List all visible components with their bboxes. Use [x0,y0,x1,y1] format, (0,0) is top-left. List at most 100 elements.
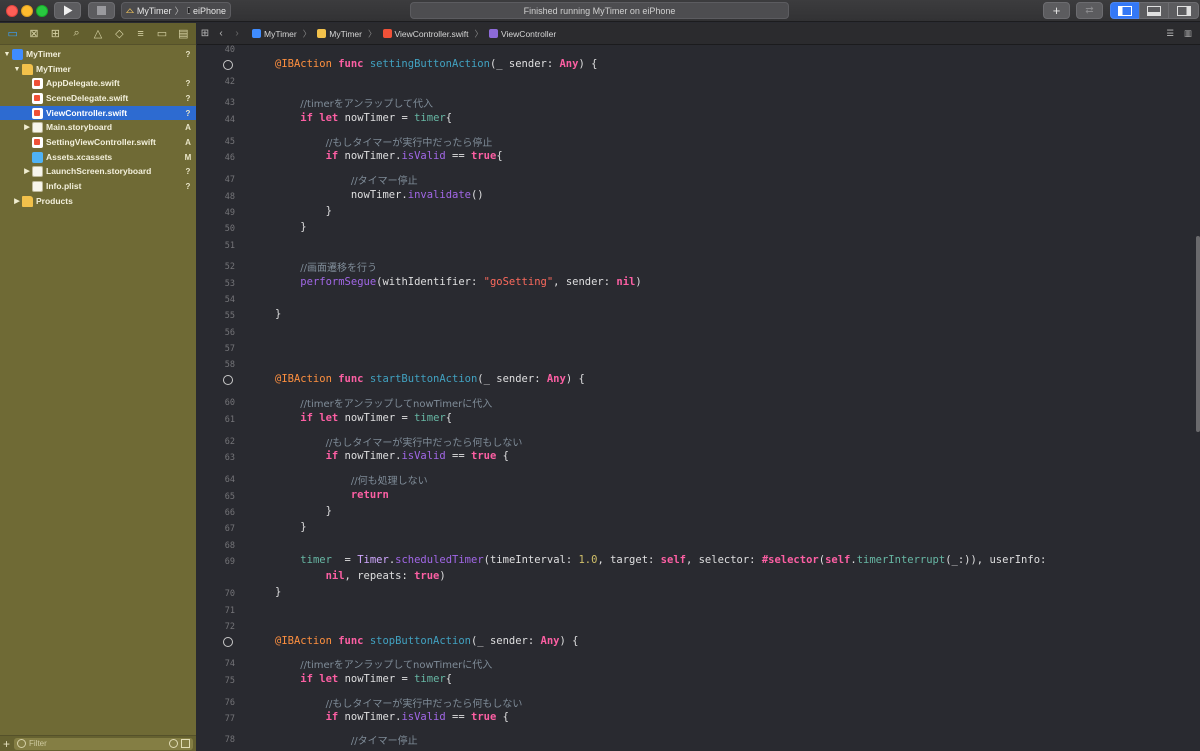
disclosure-triangle-icon[interactable]: ▼ [12,66,22,73]
line-number: 57 [224,344,235,354]
breadcrumb: MyTimer 〉 MyTimer 〉 ViewController.swift 〉 Vie… [249,28,559,40]
file-tree-item[interactable]: ▼ MyTimer? [0,47,196,61]
code-token: , selector: [685,554,762,566]
source-editor[interactable]: 40 42 43 44 45 46 47 48 49 50 51 52 53 54 55 56 57 58 60 61… [197,45,1200,751]
code-line: //画面遷移を行う [275,259,377,274]
stop-icon [97,6,106,15]
run-button[interactable] [54,2,81,19]
source-control-filter-icon[interactable] [181,739,190,748]
debug-navigator-tab[interactable]: ≡ [132,25,150,43]
split-editor-icon[interactable]: ▥ [1184,28,1192,39]
code-token: func [338,635,370,647]
toggle-debug-area-button[interactable] [1139,2,1169,19]
library-button[interactable]: + [1043,2,1070,19]
file-tree-item[interactable]: Assets.xcassets M [0,150,196,164]
breadcrumb-item[interactable]: ViewController.swift 〉 [380,28,487,40]
editor-scrollbar[interactable] [1196,236,1200,432]
code-token: isValid [401,711,446,723]
folder-icon [317,29,327,38]
code-token: ) { [559,635,579,647]
ibaction-connection-icon[interactable] [223,637,233,647]
disclosure-triangle-icon[interactable]: ▶ [12,197,22,205]
report-navigator-tab[interactable]: ▤ [174,25,192,43]
line-number: 71 [224,606,235,616]
file-tree-item[interactable]: ▶ LaunchScreen.storyboard? [0,164,196,178]
breakpoint-navigator-tab[interactable]: ▭ [153,25,171,43]
code-line: //もしタイマーが実行中だったら何もしない [275,434,523,449]
stop-button[interactable] [88,2,115,19]
chevron-right-icon: 〉 [474,28,484,39]
file-tree-item[interactable]: ▼ MyTimer [0,62,196,76]
code-token: timer [414,412,446,424]
recent-files-icon[interactable] [169,739,178,748]
disclosure-triangle-icon[interactable]: ▶ [22,167,32,175]
source-control-tab[interactable]: ⊠ [25,25,43,43]
toggle-navigator-button[interactable] [1110,2,1140,19]
line-number: 52 [224,262,235,272]
app-target-icon [126,7,134,13]
file-tree-item[interactable]: ▶ Main.storyboard A [0,120,196,134]
forward-icon[interactable]: › [229,28,245,39]
file-tree-item[interactable]: ▶ Products [0,194,196,208]
ibaction-connection-icon[interactable] [223,60,233,70]
line-number: 66 [224,508,235,518]
find-navigator-tab[interactable]: ⌕ [68,25,86,43]
test-navigator-tab[interactable]: ◇ [110,25,128,43]
line-number: 63 [224,453,235,463]
issue-navigator-tab[interactable]: △ [89,25,107,43]
code-line: } [275,221,306,233]
editor-options-icon[interactable]: ☰ [1166,28,1174,39]
code-token: { [496,711,509,723]
code-token: ) { [565,373,585,385]
code-token: nil [325,570,345,582]
code-token: "goSetting" [483,276,554,288]
back-icon[interactable]: ‹ [213,28,229,39]
disclosure-triangle-icon[interactable]: ▼ [2,51,12,58]
chevron-right-icon: 〉 [174,6,184,16]
breadcrumb-item[interactable]: MyTimer 〉 [314,28,379,40]
code-token: nowTimer = [344,112,415,124]
code-line: } [275,505,332,517]
code-token: } [275,586,282,598]
code-line: } [275,205,332,217]
assets-file-icon [32,151,43,163]
code-token: self [660,554,686,566]
project-navigator-tab[interactable]: ▭ [4,25,22,43]
code-token: //timerをアンラップして代入 [300,99,434,110]
file-tree-item[interactable]: ViewController.swift? [0,106,196,120]
zoom-window-button[interactable] [36,5,48,17]
line-number: 61 [224,415,235,425]
code-token: } [275,505,332,517]
breadcrumb-item[interactable]: ViewController [486,29,559,39]
file-tree-item[interactable]: SceneDelegate.swift? [0,91,196,105]
file-tree-item[interactable]: SettingViewController.swift A [0,135,196,149]
ibaction-connection-icon[interactable] [223,375,233,385]
close-window-button[interactable] [6,5,18,17]
add-file-icon[interactable]: + [3,737,10,751]
scheme-selector[interactable]: MyTimer 〉 eiPhone [121,2,231,19]
symbol-navigator-tab[interactable]: ⊞ [46,25,64,43]
breadcrumb-item[interactable]: MyTimer 〉 [249,28,314,40]
code-token: //timerをアンラップしてnowTimerに代入 [300,660,493,671]
file-tree-item[interactable]: AppDelegate.swift? [0,76,196,90]
line-number: 55 [224,311,235,321]
filter-field[interactable]: Filter [14,737,193,750]
line-number: 51 [224,241,235,251]
line-number: 72 [224,622,235,632]
toggle-inspector-button[interactable] [1168,2,1199,19]
minimize-window-button[interactable] [21,5,33,17]
file-tree-item[interactable]: Info.plist? [0,179,196,193]
file-tree-item-label: LaunchScreen.storyboard [46,166,152,176]
related-items-icon[interactable]: ⊞ [197,28,213,39]
navigator-tab-bar: ▭ ⊠ ⊞ ⌕ △ ◇ ≡ ▭ ▤ [0,23,196,45]
code-review-button[interactable]: ⇄ [1076,2,1103,19]
swift-file-icon [32,136,43,148]
disclosure-triangle-icon[interactable]: ▶ [22,123,32,131]
swift-file-icon [382,29,392,38]
